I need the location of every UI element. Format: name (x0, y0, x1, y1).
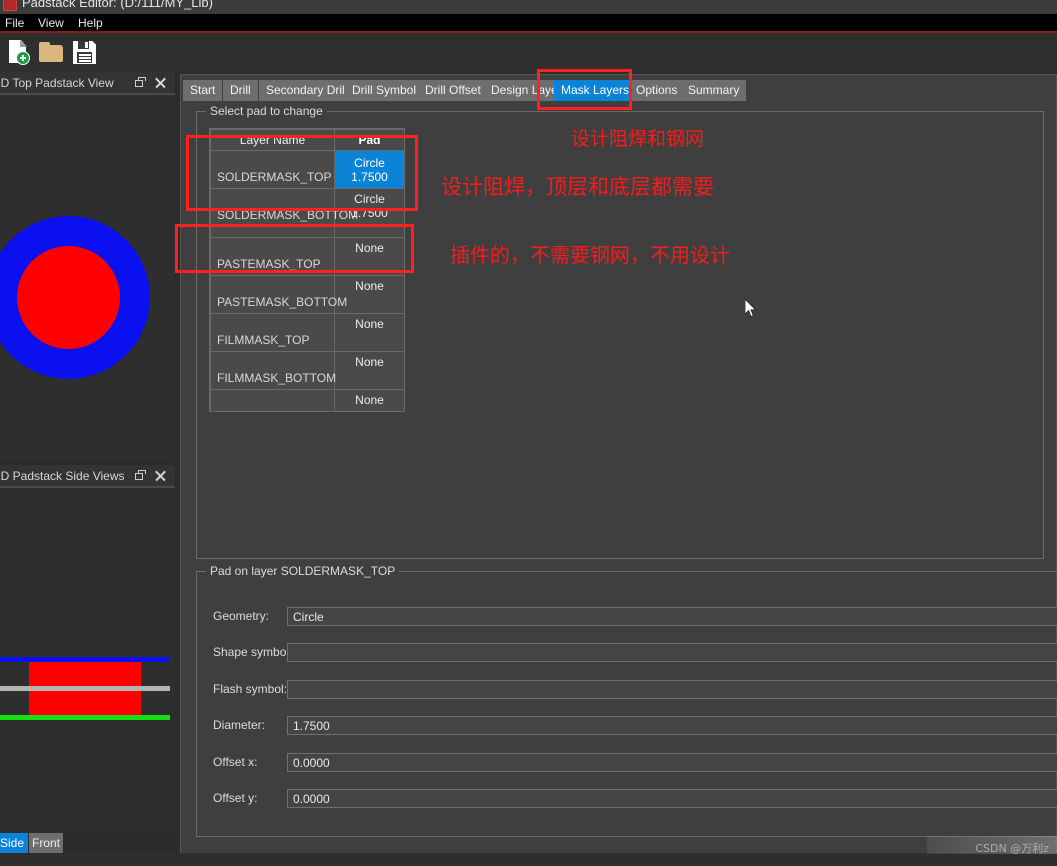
status-cell-2 (52, 853, 157, 866)
tab-drill[interactable]: Drill (223, 80, 258, 101)
table-row[interactable]: PASTEMASK_TOP None (210, 237, 404, 276)
table-row[interactable]: FILMMASK_BOTTOM None (210, 351, 404, 390)
toolbar (0, 33, 1057, 72)
tab-drill-symbol[interactable]: Drill Symbol (345, 80, 424, 101)
view-tab-front[interactable]: Front (29, 833, 63, 853)
panel-title-side-views: 2D Padstack Side Views (0, 469, 125, 483)
form-row: Offset x: 0.0000 (213, 753, 1057, 772)
menu-item-help[interactable]: Help (78, 16, 103, 30)
menu-item-file[interactable]: File (5, 16, 24, 30)
cell-layer-name[interactable]: SOLDERMASK_TOP (210, 150, 335, 189)
status-cell-3 (156, 853, 577, 866)
tab-options[interactable]: Options (629, 80, 685, 101)
tab-start[interactable]: Start (183, 80, 223, 101)
cell-pad-value[interactable]: None (334, 351, 404, 390)
form-row: Offset y: 0.0000 (213, 789, 1057, 808)
field-label: Geometry: (213, 609, 270, 623)
top-view-canvas[interactable] (0, 95, 175, 462)
close-icon[interactable] (154, 469, 167, 482)
col-header-pad: Pad (334, 129, 404, 151)
field-label: Offset y: (213, 791, 258, 805)
side-view-tabstrip: Side Front (0, 833, 175, 853)
panel-header-side-views: 2D Padstack Side Views (0, 465, 175, 486)
field-input[interactable]: 0.0000 (287, 753, 1057, 772)
field-input[interactable]: 0.0000 (287, 789, 1057, 808)
cell-layer-name[interactable]: COVERLAY_TOP (210, 389, 335, 411)
float-panel-icon[interactable] (135, 470, 147, 481)
watermark: CSDN @万利z (975, 842, 1049, 855)
close-icon[interactable] (154, 76, 167, 89)
open-folder-icon[interactable] (37, 38, 67, 68)
padstack-editor-window: Padstack Editor: (D:/111/MY_Lib) File Vi… (0, 0, 1057, 866)
pad-detail-legend: Pad on layer SOLDERMASK_TOP (206, 564, 400, 578)
tab-drill-offset[interactable]: Drill Offset (418, 80, 488, 101)
field-input[interactable] (287, 643, 1057, 662)
table-row[interactable]: SOLDERMASK_TOP Circle 1.7500 (210, 150, 404, 189)
status-cell-1 (0, 853, 53, 866)
field-input[interactable] (287, 680, 1057, 699)
menu-bar: File View Help (0, 14, 1057, 31)
new-file-icon[interactable] (5, 38, 35, 68)
annotation-note-3: 插件的，不需要钢网，不用设计 (450, 243, 730, 267)
field-label: Shape symbol: (213, 645, 293, 659)
form-row: Shape symbol: (213, 643, 1057, 662)
cell-layer-name[interactable]: FILMMASK_TOP (210, 313, 335, 352)
side-view-canvas[interactable] (0, 488, 175, 833)
panel-title-top-view: 2D Top Padstack View (0, 76, 114, 90)
tab-summary[interactable]: Summary (681, 80, 747, 101)
status-bar (0, 853, 1057, 866)
table-row[interactable]: COVERLAY_TOPNone (210, 389, 404, 411)
pad-layer-table[interactable]: Layer Name Pad SOLDERMASK_TOP Circle 1.75… (209, 128, 405, 412)
col-header-layer-name: Layer Name (210, 129, 335, 151)
cell-layer-name[interactable]: SOLDERMASK_BOTTOM (210, 188, 358, 227)
select-pad-legend: Select pad to change (206, 104, 327, 118)
annotation-note-1: 设计阻焊和钢网 (571, 128, 705, 150)
field-input[interactable]: 1.7500 (287, 716, 1057, 735)
app-icon (3, 0, 17, 11)
field-label: Flash symbol: (213, 682, 288, 696)
title-bar: Padstack Editor: (D:/111/MY_Lib) (0, 0, 1057, 14)
panel-2d-top-padstack-view: 2D Top Padstack View (0, 72, 175, 462)
field-label: Diameter: (213, 718, 266, 732)
form-row: Diameter: 1.7500 (213, 716, 1057, 735)
table-row[interactable]: PASTEMASK_BOTTOM None (210, 275, 404, 314)
table-row[interactable]: FILMMASK_TOP None (210, 313, 404, 352)
cell-pad-value[interactable]: None (334, 237, 404, 276)
tab-secondary-drill[interactable]: Secondary Drill (259, 80, 355, 101)
table-spacer-row (210, 226, 404, 238)
field-input[interactable]: Circle (287, 607, 1057, 626)
window-title: Padstack Editor: (D:/111/MY_Lib) (22, 0, 213, 10)
cell-pad-value[interactable]: None (334, 313, 404, 352)
view-tab-side[interactable]: Side (0, 833, 28, 853)
soldermask-bottom-band (0, 715, 170, 720)
cell-layer-name[interactable]: PASTEMASK_BOTTOM (210, 275, 347, 314)
pad-lower-block (29, 691, 141, 715)
status-cell-4 (576, 853, 1003, 866)
pad-upper-block (29, 662, 141, 686)
panel-header-top-view: 2D Top Padstack View (0, 72, 175, 93)
annotation-note-2: 设计阻焊，顶层和底层都需要 (441, 175, 714, 199)
float-panel-icon[interactable] (135, 77, 147, 88)
field-label: Offset x: (213, 755, 258, 769)
mouse-cursor (745, 299, 757, 318)
cell-layer-name[interactable]: PASTEMASK_TOP (210, 237, 335, 276)
tab-mask-layers[interactable]: Mask Layers (554, 80, 637, 101)
form-row: Geometry: Circle (213, 607, 1057, 626)
table-row[interactable]: SOLDERMASK_BOTTOM Circle 1.7500 (210, 188, 404, 227)
save-icon[interactable] (70, 38, 100, 68)
cell-pad-value[interactable]: None (334, 389, 404, 411)
panel-2d-padstack-side-views: 2D Padstack Side Views (0, 465, 175, 833)
cell-pad-value[interactable]: Circle 1.7500 (334, 150, 404, 189)
menu-item-view[interactable]: View (38, 16, 64, 30)
cell-layer-name[interactable]: FILMMASK_BOTTOM (210, 351, 336, 390)
form-row: Flash symbol: (213, 680, 1057, 699)
pad-inner-circle (17, 246, 120, 349)
